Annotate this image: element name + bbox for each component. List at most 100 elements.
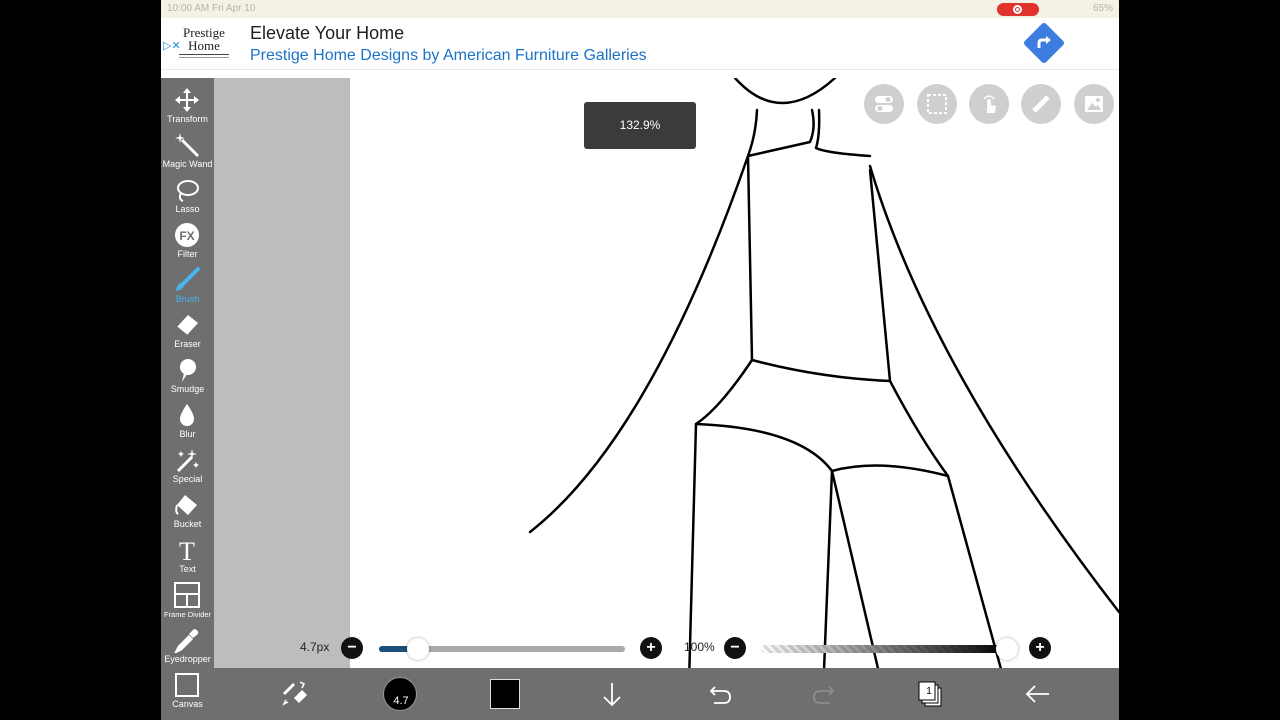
tool-label: Filter [177, 249, 198, 259]
head-stroke [733, 78, 837, 105]
text-icon: T [179, 537, 195, 563]
drawing-canvas[interactable] [350, 78, 1119, 668]
right-arm-stroke [868, 164, 1119, 614]
neck-stroke [746, 108, 815, 158]
brush-size-slider-thumb[interactable] [407, 638, 430, 660]
redo-icon [813, 686, 835, 704]
brush-size-plus-button[interactable]: + [640, 637, 662, 659]
tool-label: Blur [179, 429, 196, 439]
quick-toggle-button[interactable] [864, 84, 904, 124]
layer-count: 1 [926, 686, 932, 697]
screen-recording-indicator[interactable] [997, 3, 1039, 16]
color-swatch-button[interactable] [490, 679, 520, 709]
right-hip-stroke [888, 379, 1003, 668]
brush-size-minus-button[interactable]: − [341, 637, 363, 659]
slider-row: 4.7px − + 100% − + [161, 630, 1119, 666]
tool-brush[interactable]: Brush [161, 266, 214, 311]
frame-divider-icon [174, 582, 200, 608]
opacity-slider-thumb[interactable] [996, 638, 1018, 660]
tool-label: Lasso [175, 204, 200, 214]
swap-brush-eraser-icon [282, 681, 307, 706]
crotch-stroke [694, 422, 950, 478]
svg-text:T: T [179, 537, 195, 563]
brush-size-value: 4.7 [393, 695, 409, 707]
swap-tool-button[interactable] [274, 674, 314, 714]
brush-size-preview-button[interactable]: 4.7 [383, 677, 417, 711]
tool-text[interactable]: T Text [161, 536, 214, 581]
tool-smudge[interactable]: Smudge [161, 356, 214, 401]
quick-touch-button[interactable] [969, 84, 1009, 124]
status-bar: 10:00 AM Fri Apr 10 65% [161, 0, 1119, 18]
svg-text:FX: FX [179, 229, 194, 243]
arrow-down-icon [603, 683, 621, 707]
sparkle-wand-icon [176, 449, 199, 473]
ad-subtitle[interactable]: Prestige Home Designs by American Furnit… [250, 47, 647, 65]
canvas-margin [214, 78, 350, 668]
paint-bucket-icon [175, 495, 197, 515]
tool-lasso[interactable]: Lasso [161, 176, 214, 221]
record-icon [1013, 5, 1022, 14]
canvas-icon [175, 673, 199, 697]
brush-icon [176, 267, 200, 291]
tool-label: Canvas [172, 699, 203, 709]
tool-filter[interactable]: FX Filter [161, 221, 214, 266]
status-time: 10:00 AM Fri Apr 10 [167, 3, 256, 14]
directions-arrow-icon [1037, 36, 1051, 48]
torso-left-stroke [746, 154, 754, 362]
left-arm-stroke [528, 154, 750, 534]
image-icon [1085, 96, 1103, 112]
tool-transform[interactable]: Transform [161, 86, 214, 131]
selection-icon [927, 94, 947, 114]
tool-label: Eraser [174, 339, 201, 349]
tool-magic-wand[interactable]: Magic Wand [161, 131, 214, 176]
opacity-label: 100% [684, 640, 715, 654]
droplet-icon [180, 404, 194, 426]
tool-label: Brush [175, 294, 200, 304]
undo-icon [709, 686, 731, 704]
ad-banner[interactable]: ▷✕ Prestige Home Elevate Your Home Prest… [161, 18, 1119, 70]
quick-ruler-button[interactable] [1021, 84, 1061, 124]
brush-size-label: 4.7px [300, 640, 330, 654]
lasso-icon [177, 180, 199, 202]
undo-button[interactable] [699, 674, 739, 714]
tool-label: Magic Wand [162, 159, 213, 169]
magic-wand-icon [175, 133, 200, 158]
tool-label: Transform [167, 114, 208, 124]
tool-bucket[interactable]: Bucket [161, 491, 214, 536]
tool-label: Bucket [173, 519, 202, 529]
bottom-toolbar: 4.7 1 [214, 668, 1119, 720]
toggle-icon [875, 96, 893, 112]
layers-button[interactable]: 1 [911, 674, 951, 714]
opacity-plus-button[interactable]: + [1029, 637, 1051, 659]
battery-status: 65% [1092, 3, 1113, 14]
torso-right-stroke [868, 168, 892, 383]
waist-stroke [750, 358, 892, 383]
tool-special[interactable]: Special [161, 446, 214, 491]
tool-canvas[interactable]: Canvas [161, 671, 214, 716]
tool-frame-divider[interactable]: Frame Divider [161, 581, 214, 626]
tool-eraser[interactable]: Eraser [161, 311, 214, 356]
ad-logo-rule [179, 54, 229, 58]
quick-selection-button[interactable] [917, 84, 957, 124]
ad-logo: Prestige Home [177, 26, 231, 66]
neck-right-stroke [814, 108, 872, 158]
tool-label: Text [179, 564, 196, 574]
quick-image-button[interactable] [1074, 84, 1114, 124]
fx-filter-icon: FX [175, 223, 199, 247]
opacity-minus-button[interactable]: − [724, 637, 746, 659]
tool-label: Special [172, 474, 203, 484]
redo-button[interactable] [805, 674, 845, 714]
tool-blur[interactable]: Blur [161, 401, 214, 446]
ruler-icon [1032, 95, 1050, 113]
transform-icon [175, 88, 199, 112]
ad-logo-line2: Home [188, 38, 220, 53]
back-button[interactable] [1018, 674, 1058, 714]
tool-label: Frame Divider [163, 610, 212, 619]
download-button[interactable] [592, 674, 632, 714]
ad-title[interactable]: Elevate Your Home [250, 23, 404, 44]
smudge-icon [180, 359, 196, 382]
app-screen: 10:00 AM Fri Apr 10 65% ▷✕ Prestige Home… [161, 0, 1119, 720]
opacity-slider[interactable] [761, 645, 1007, 653]
canvas-area[interactable]: 132.9% [214, 78, 1119, 668]
tool-sidebar: Transform Magic Wand Lasso FX Filter Bru… [161, 78, 214, 720]
